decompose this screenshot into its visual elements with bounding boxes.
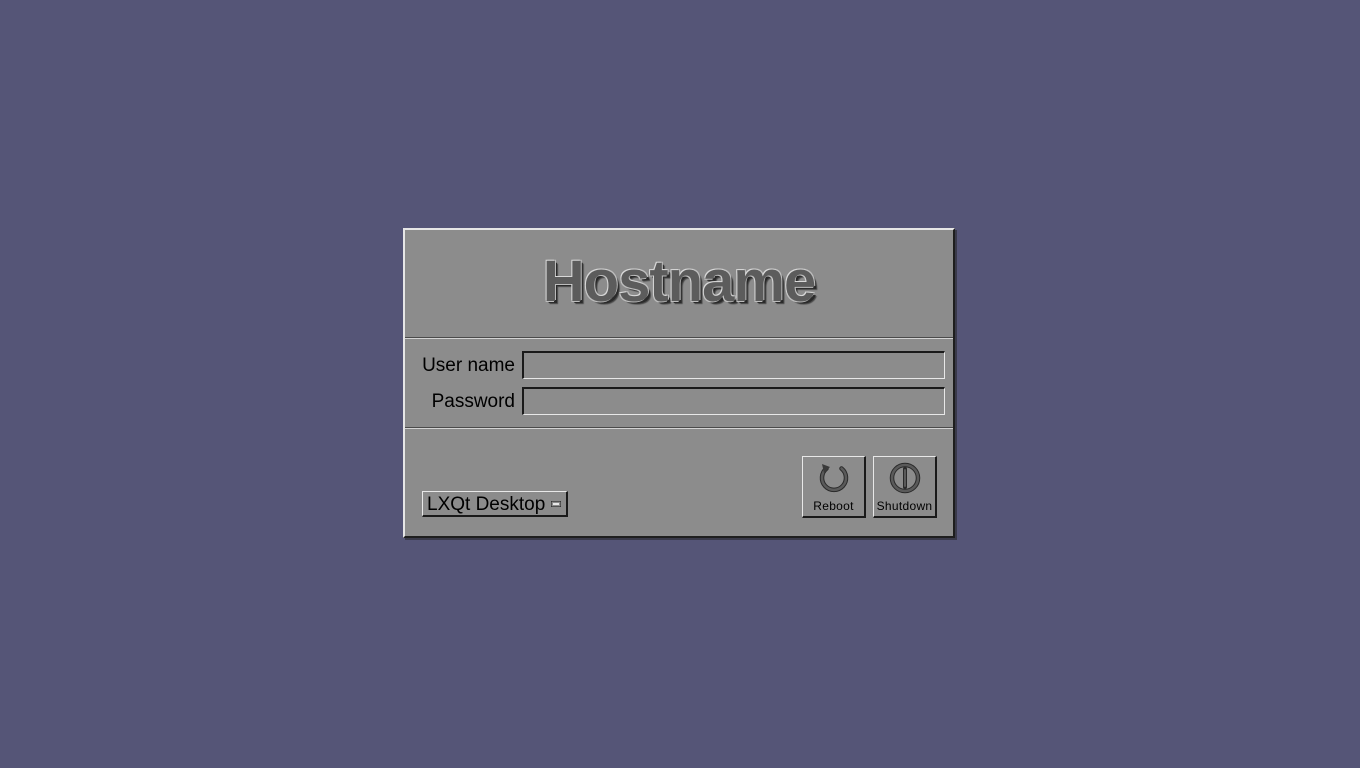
power-icon	[889, 462, 920, 494]
session-select[interactable]: LXQt Desktop	[422, 491, 568, 517]
separator-top	[405, 337, 953, 339]
password-input[interactable]	[522, 387, 945, 415]
login-panel: Hostname User name Password LXQt Desktop…	[403, 228, 955, 538]
separator-bottom	[405, 427, 953, 429]
password-label: Password	[431, 391, 515, 412]
session-selected-label: LXQt Desktop	[427, 494, 546, 515]
reboot-label: Reboot	[813, 499, 854, 513]
reboot-button[interactable]: Reboot	[802, 456, 866, 518]
reboot-icon	[819, 464, 848, 493]
shutdown-button[interactable]: Shutdown	[873, 456, 937, 518]
shutdown-label: Shutdown	[876, 499, 933, 513]
username-label: User name	[422, 355, 515, 376]
username-input[interactable]	[522, 351, 945, 379]
combo-indicator-icon	[551, 501, 561, 507]
hostname-area: Hostname	[405, 230, 953, 338]
hostname-title: Hostname	[542, 249, 816, 314]
